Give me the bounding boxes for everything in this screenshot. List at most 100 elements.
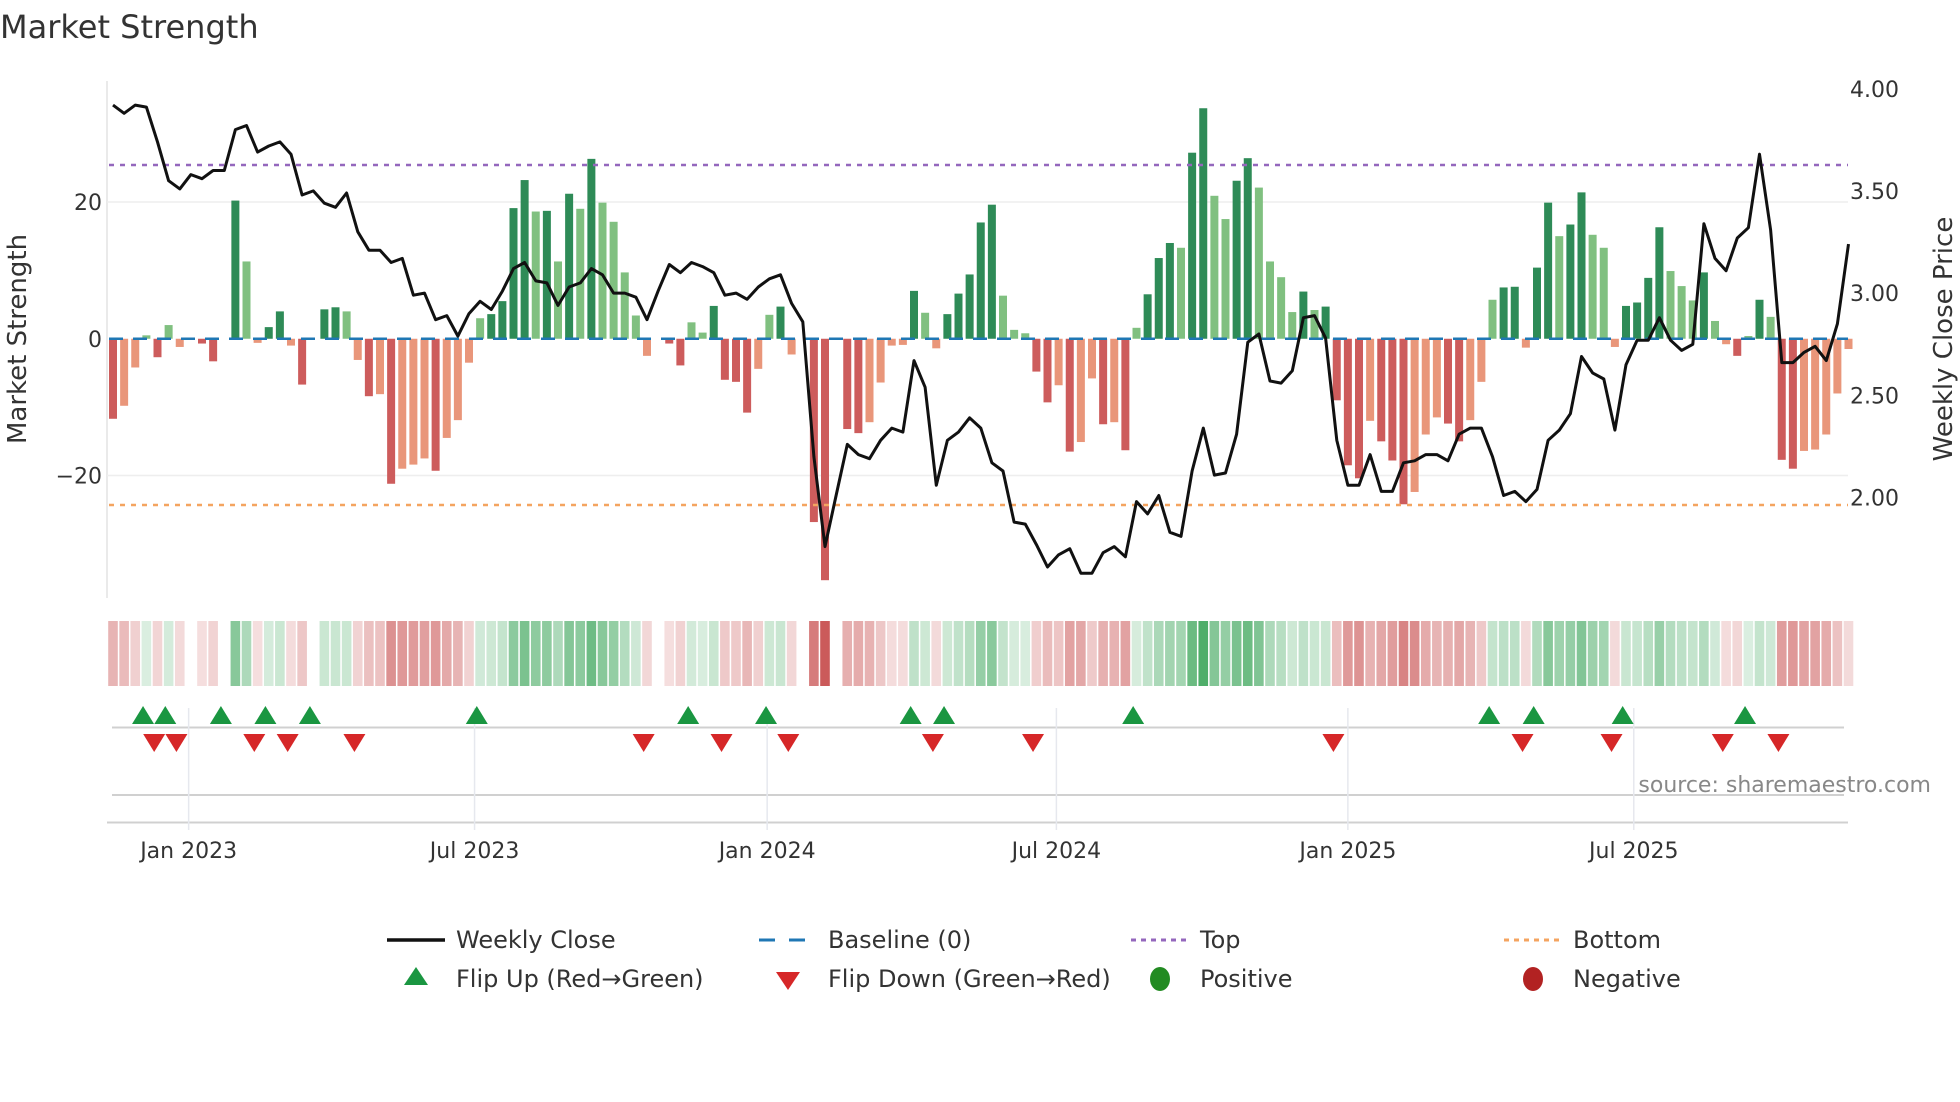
heat-cell xyxy=(1220,621,1231,686)
strength-bar xyxy=(342,311,351,339)
strength-bar xyxy=(1699,272,1708,339)
heat-cell xyxy=(1187,621,1197,686)
heat-cell xyxy=(130,621,141,686)
axis-ticks: 20 0 −20 4.00 3.50 3.00 2.50 2.00 Jan 2023 Jul 20… xyxy=(56,78,1899,864)
heat-cell xyxy=(686,621,697,686)
heat-cell xyxy=(441,621,452,686)
strength-bar xyxy=(1143,294,1152,339)
heat-cell xyxy=(319,621,330,686)
strength-bar xyxy=(565,193,574,339)
heat-cell xyxy=(508,621,519,686)
flip-up-marker xyxy=(933,706,956,724)
heat-cell xyxy=(853,621,864,686)
strength-bar xyxy=(1599,247,1608,339)
strength-bar xyxy=(1243,158,1252,339)
strength-bar xyxy=(1711,320,1719,339)
flip-down-marker xyxy=(1322,734,1345,752)
x-tick-label: Jan 2024 xyxy=(717,839,816,864)
strength-bar xyxy=(453,338,462,421)
strength-bar xyxy=(420,338,429,459)
strength-bar xyxy=(687,322,696,339)
strength-bar xyxy=(1355,338,1363,479)
heat-cell xyxy=(1754,621,1765,686)
strength-bar xyxy=(1766,316,1775,339)
flip-up-marker xyxy=(899,706,922,724)
heat-cell xyxy=(197,621,207,686)
chart-title: Market Strength xyxy=(0,8,259,46)
heat-cell xyxy=(1176,621,1186,686)
heat-cell xyxy=(1254,621,1264,686)
heat-cell xyxy=(1087,621,1097,686)
y2-tick-label: 3.50 xyxy=(1850,180,1899,205)
heat-cell xyxy=(953,621,964,686)
y2-tick-label: 4.00 xyxy=(1850,78,1899,103)
strength-bar xyxy=(1833,338,1842,394)
strength-bar xyxy=(1432,338,1441,418)
flip-down-marker xyxy=(777,734,800,752)
heat-cell xyxy=(119,621,129,686)
legend-negative-label: Negative xyxy=(1573,965,1681,993)
heat-cell xyxy=(330,621,341,686)
flip-up-marker xyxy=(154,706,177,724)
x-tick-label: Jan 2023 xyxy=(138,839,237,864)
heat-cell xyxy=(1365,621,1375,686)
strength-bar xyxy=(364,338,373,397)
strength-bar xyxy=(1755,299,1764,339)
flip-up-marker xyxy=(298,706,321,724)
heat-cell xyxy=(230,621,241,686)
strength-bar xyxy=(776,306,785,339)
strength-bar xyxy=(854,338,863,434)
strength-bar xyxy=(320,309,329,339)
strength-bar xyxy=(1677,286,1686,339)
strength-bar xyxy=(743,338,752,413)
flip-down-marker xyxy=(165,734,188,752)
strength-bar xyxy=(1521,338,1530,348)
y2-tick-label: 2.00 xyxy=(1850,487,1899,512)
heat-cell xyxy=(108,621,118,686)
strength-bar xyxy=(1165,242,1174,339)
strength-bar xyxy=(231,200,240,339)
strength-bars xyxy=(109,108,1853,581)
heat-cell xyxy=(1409,621,1420,686)
strength-bar xyxy=(209,338,218,362)
strength-bar xyxy=(587,158,596,339)
strength-heat-strip xyxy=(108,621,1854,686)
strength-bar xyxy=(1410,338,1419,492)
heat-cell xyxy=(642,621,652,686)
strength-bar xyxy=(1455,338,1464,442)
strength-bar xyxy=(1444,338,1452,424)
y-tick-label: 20 xyxy=(74,191,102,216)
heat-cell xyxy=(1098,621,1108,686)
strength-bar xyxy=(431,338,440,471)
heat-cell xyxy=(163,621,174,686)
negative-dot-icon xyxy=(1523,967,1543,991)
heat-cell xyxy=(1710,621,1720,686)
strength-bar xyxy=(1154,258,1163,339)
heat-cell xyxy=(1354,621,1364,686)
heat-cell xyxy=(252,621,263,686)
heat-cell xyxy=(809,621,819,686)
flip-down-marker xyxy=(143,734,166,752)
heat-cell xyxy=(1509,621,1520,686)
heat-cell xyxy=(174,621,185,686)
heat-cell xyxy=(1209,621,1220,686)
heat-cell xyxy=(575,621,586,686)
heat-cell xyxy=(875,621,886,686)
strength-bar xyxy=(542,210,551,339)
x-tick-label: Jan 2025 xyxy=(1297,839,1396,864)
strength-bar xyxy=(1466,338,1475,421)
flip-down-marker xyxy=(1767,734,1790,752)
strength-bar xyxy=(1510,286,1519,339)
heat-cell xyxy=(1476,621,1487,686)
heat-cell xyxy=(1053,621,1064,686)
heat-cell xyxy=(1721,621,1731,686)
heat-cell xyxy=(286,621,296,686)
strength-bar xyxy=(1188,152,1197,339)
heat-cell xyxy=(1676,621,1687,686)
strength-bar xyxy=(498,301,507,339)
heat-cell xyxy=(1109,621,1120,686)
heat-cell xyxy=(1632,621,1642,686)
heat-cell xyxy=(1643,621,1654,686)
strength-bar xyxy=(787,338,796,355)
strength-bar xyxy=(1366,338,1375,421)
